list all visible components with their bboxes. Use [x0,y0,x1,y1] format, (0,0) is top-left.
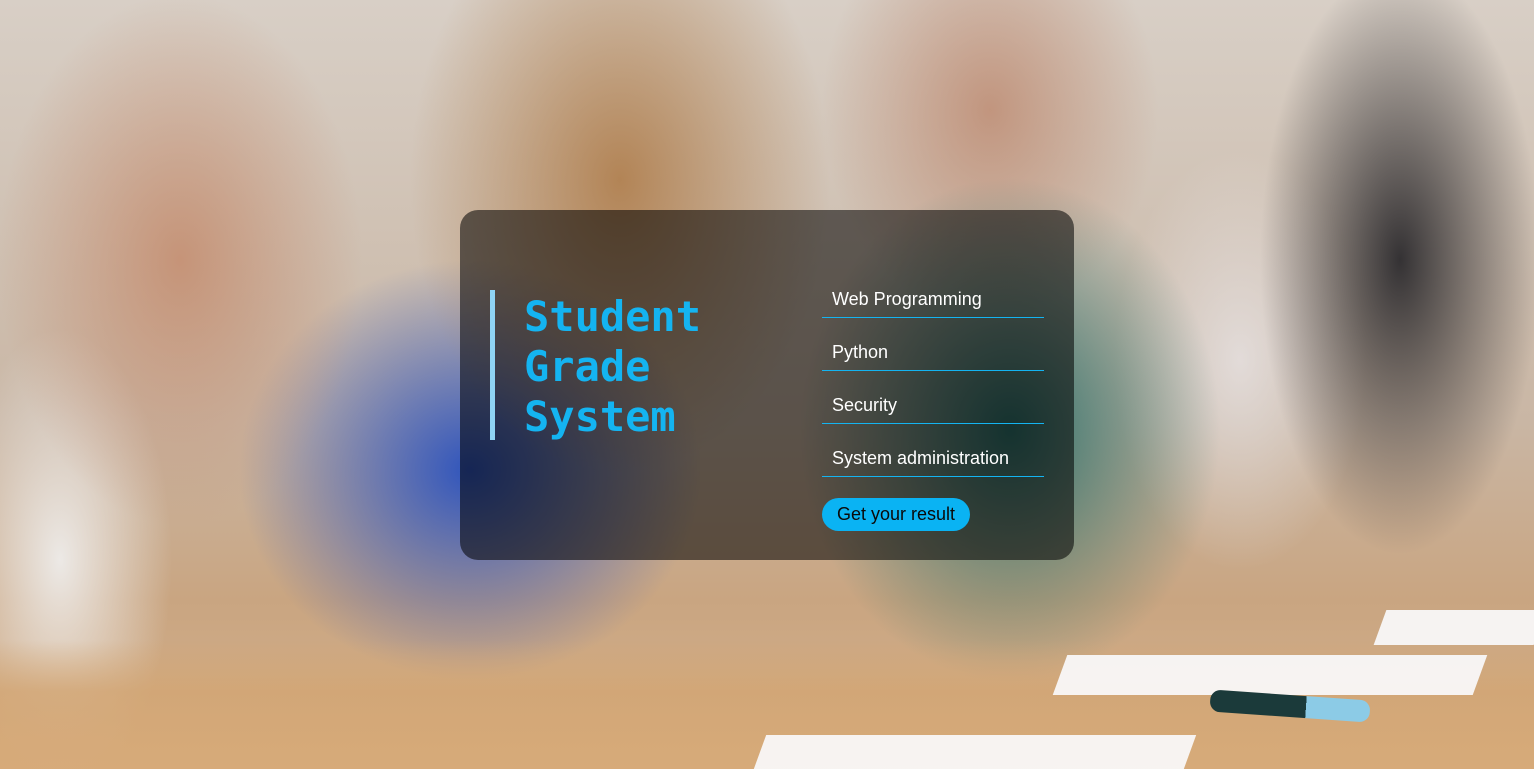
grade-form: Get your result [822,282,1044,531]
page-title: Student Grade System [524,292,784,442]
exam-paper [1373,610,1534,645]
exam-paper [753,735,1197,769]
title-accent-bar [490,290,495,440]
exam-paper [1052,655,1488,695]
title-line: System [524,392,676,441]
get-result-button[interactable]: Get your result [822,498,971,531]
title-line: Grade [524,342,651,391]
python-input[interactable] [822,335,1044,371]
web-programming-input[interactable] [822,282,1044,318]
system-administration-input[interactable] [822,441,1044,477]
grade-form-card: Student Grade System Get your result [460,210,1074,560]
title-line: Student [524,292,702,341]
security-input[interactable] [822,388,1044,424]
